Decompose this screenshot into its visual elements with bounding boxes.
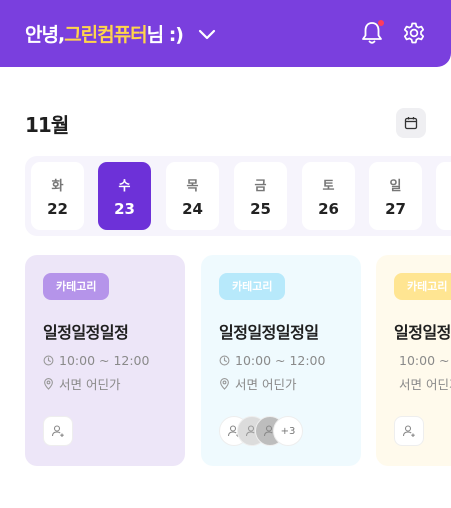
participants [394, 416, 424, 446]
greeting: 안녕, 그린컴퓨터 님 :) [25, 20, 217, 47]
add-participant-button[interactable] [43, 416, 73, 446]
schedule-location: 서면 어딘가 [394, 374, 451, 393]
time-text: 10:00 ~ 12:00 [235, 353, 326, 368]
month-row: 11월 [25, 108, 426, 138]
month-label: 11월 [25, 112, 69, 137]
schedule-time: 10:00 ~ [394, 353, 449, 368]
category-badge: 카테고리 [219, 273, 286, 300]
user-name: 그린컴퓨터 [64, 24, 147, 46]
day-sun[interactable]: 일 27 [369, 162, 422, 230]
calendar-icon [404, 117, 418, 130]
day-fri[interactable]: 금 25 [234, 162, 287, 230]
participants: +3 [219, 416, 303, 446]
more-participants-count[interactable]: +3 [273, 416, 303, 446]
location-pin-icon [220, 377, 229, 390]
day-tue[interactable]: 화 22 [31, 162, 84, 230]
participants [43, 416, 73, 446]
app-header: 안녕, 그린컴퓨터 님 :) [0, 0, 451, 67]
calendar-button[interactable] [396, 108, 426, 138]
day-of-week: 일 [389, 178, 402, 194]
add-user-icon [51, 425, 64, 437]
day-number: 26 [318, 199, 339, 218]
schedule-location: 서면 어딘가 [219, 374, 343, 393]
schedule-card[interactable]: 카테고리 일정일정 10:00 ~ 서면 어딘가 [376, 255, 451, 466]
time-text: 10:00 ~ [399, 353, 450, 368]
schedule-card[interactable]: 카테고리 일정일정일정 10:00 ~ 12:00 서면 어딘가 [25, 255, 185, 466]
day-of-week: 토 [322, 178, 335, 194]
schedule-location: 서면 어딘가 [43, 374, 167, 393]
day-number: 25 [250, 199, 271, 218]
schedule-time: 10:00 ~ 12:00 [43, 353, 167, 368]
clock-icon [219, 355, 230, 366]
day-number: 27 [385, 199, 406, 218]
schedule-title: 일정일정 [394, 323, 451, 342]
notification-dot [378, 20, 384, 26]
location-text: 서면 어딘가 [399, 377, 451, 392]
gear-icon [403, 22, 425, 44]
schedule-time: 10:00 ~ 12:00 [219, 353, 343, 368]
day-thu[interactable]: 목 24 [166, 162, 219, 230]
greeting-prefix: 안녕, [25, 24, 65, 46]
schedule-card[interactable]: 카테고리 일정일정일정일 10:00 ~ 12:00 서면 어딘가 +3 [201, 255, 361, 466]
week-strip: 화 22 수 23 목 24 금 25 토 26 일 27 [25, 156, 451, 236]
location-text: 서면 어딘가 [235, 377, 297, 392]
settings-button[interactable] [401, 20, 427, 46]
schedule-title: 일정일정일정일 [219, 323, 319, 342]
clock-icon [43, 355, 54, 366]
add-user-icon [402, 425, 415, 437]
day-number: 23 [114, 199, 135, 218]
day-number: 22 [47, 199, 68, 218]
day-next-partial[interactable] [436, 162, 451, 230]
time-text: 10:00 ~ 12:00 [59, 353, 150, 368]
day-of-week: 화 [51, 178, 64, 194]
day-of-week: 목 [186, 178, 199, 194]
notification-button[interactable] [359, 20, 385, 46]
day-of-week: 수 [118, 178, 131, 194]
greeting-suffix: 님 :) [146, 24, 184, 46]
day-number: 24 [182, 199, 203, 218]
schedule-title: 일정일정일정 [43, 323, 129, 342]
category-badge: 카테고리 [394, 273, 451, 300]
day-of-week: 금 [254, 178, 267, 194]
location-pin-icon [44, 377, 53, 390]
day-sat[interactable]: 토 26 [302, 162, 355, 230]
chevron-down-icon[interactable] [197, 24, 217, 44]
day-wed[interactable]: 수 23 [98, 162, 151, 230]
add-participant-button[interactable] [394, 416, 424, 446]
location-text: 서면 어딘가 [59, 377, 121, 392]
category-badge: 카테고리 [43, 273, 110, 300]
